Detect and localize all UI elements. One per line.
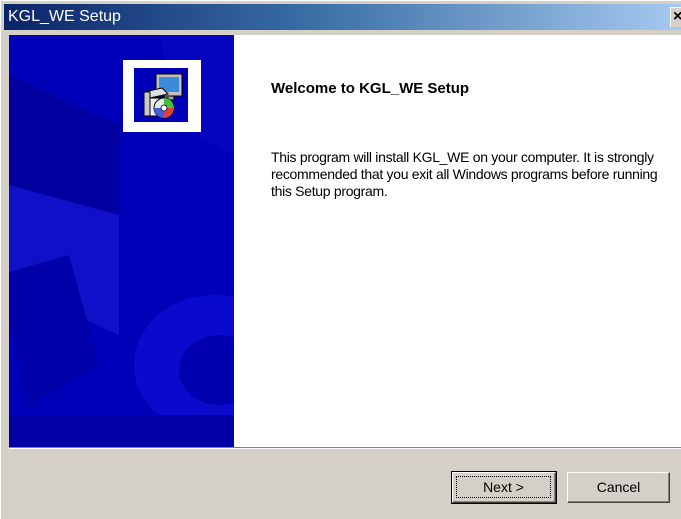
window-title: KGL_WE Setup	[8, 8, 121, 25]
close-icon: ×	[673, 8, 681, 26]
setup-installer-icon	[143, 73, 183, 119]
title-bar[interactable]: KGL_WE Setup ×	[4, 4, 681, 30]
close-button[interactable]: ×	[670, 7, 681, 27]
welcome-panel: Welcome to KGL_WE Setup This program wil…	[234, 35, 681, 447]
cancel-button[interactable]: Cancel	[567, 472, 670, 503]
setup-icon-frame	[123, 60, 201, 132]
welcome-heading: Welcome to KGL_WE Setup	[271, 80, 470, 97]
welcome-description: This program will install KGL_WE on your…	[271, 149, 658, 199]
setup-window: KGL_WE Setup ×	[0, 0, 681, 519]
next-button-label: Next >	[456, 476, 551, 498]
footer-separator	[9, 447, 681, 449]
setup-icon-background	[134, 68, 188, 122]
next-button[interactable]: Next >	[451, 471, 557, 504]
